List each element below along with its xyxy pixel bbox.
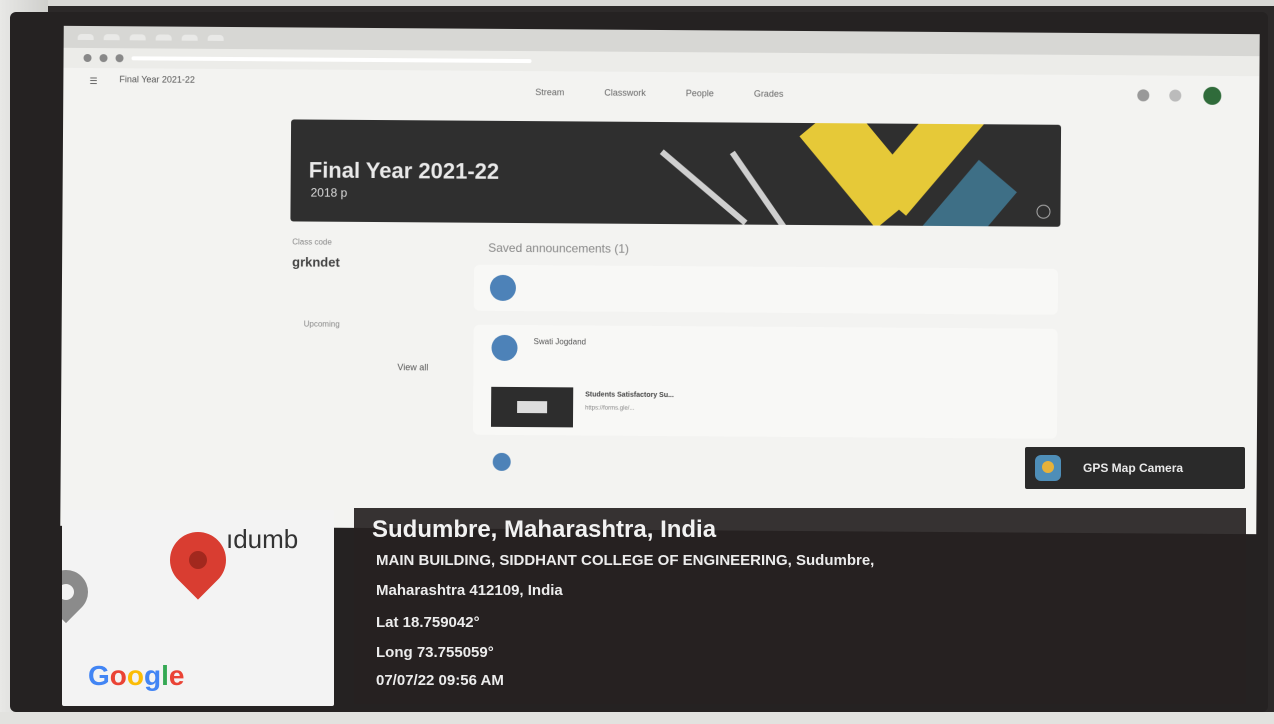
attachment-image: [517, 401, 548, 414]
class-banner: Final Year 2021-22 2018 p: [290, 119, 1062, 227]
browser-tab[interactable]: [129, 34, 146, 41]
map-place-label: ıdumb: [226, 524, 299, 554]
browser-tab[interactable]: [207, 34, 224, 41]
attachment-title[interactable]: Students Satisfactory Su...: [585, 391, 674, 399]
geotag-address-line1: MAIN BUILDING, SIDDHANT COLLEGE OF ENGIN…: [376, 552, 875, 569]
menu-icon[interactable]: ☰: [89, 76, 97, 87]
map-pin-grey-dot: [62, 580, 78, 604]
post-author: Swati Jogdand: [533, 337, 587, 347]
back-icon[interactable]: [83, 53, 92, 63]
map-thumbnail: ıdumb Google: [62, 510, 334, 706]
avatar: [491, 334, 518, 362]
browser-tab[interactable]: [155, 34, 172, 41]
avatar: [492, 452, 511, 471]
class-section: 2018 p: [310, 185, 348, 200]
geotag-longitude: Long 73.755059°: [376, 644, 494, 661]
attachment-thumbnail[interactable]: [490, 386, 574, 428]
gps-map-camera-icon: [1035, 455, 1061, 481]
avatar[interactable]: [1203, 86, 1222, 105]
apps-icon[interactable]: [1169, 89, 1182, 102]
geotag-address-line2: Maharashtra 412109, India: [376, 582, 563, 599]
geotag-latitude: Lat 18.759042°: [376, 614, 480, 631]
attachment-url[interactable]: https://forms.gle/...: [585, 405, 634, 411]
class-code-label: Class code: [292, 237, 332, 247]
classroom-appbar: ☰ Final Year 2021-22 Stream Classwork Pe…: [63, 68, 1259, 112]
address-bar[interactable]: [131, 56, 532, 64]
gps-app-name: GPS Map Camera: [1083, 461, 1184, 475]
map-pin-grey-icon: [62, 560, 98, 624]
desk-bottom: [0, 712, 1274, 724]
classroom-nav: Stream Classwork People Grades: [535, 87, 783, 99]
geotag-info-box: Sudumbre, Maharashtra, India MAIN BUILDI…: [354, 508, 1246, 704]
map-pin-dot: [185, 547, 211, 573]
gps-app-badge: GPS Map Camera: [1025, 447, 1245, 489]
reload-icon[interactable]: [115, 54, 124, 63]
tab-classwork[interactable]: Classwork: [604, 88, 646, 98]
forward-icon[interactable]: [99, 54, 108, 63]
announce-input-card[interactable]: [473, 264, 1059, 315]
google-logo: Google: [88, 660, 185, 691]
geotag-datetime: 07/07/22 09:56 AM: [376, 672, 504, 689]
tab-people[interactable]: People: [686, 88, 714, 98]
upcoming-label: Upcoming: [303, 319, 340, 329]
class-title: Final Year 2021-22: [308, 157, 500, 184]
class-code[interactable]: grkndet: [292, 254, 442, 270]
tab-grades[interactable]: Grades: [754, 89, 784, 99]
saved-announcements[interactable]: Saved announcements (1): [488, 241, 1048, 259]
browser-tab[interactable]: [77, 33, 94, 41]
browser-tab[interactable]: [181, 34, 198, 41]
tab-stream[interactable]: Stream: [535, 87, 564, 97]
view-all-link[interactable]: View all: [397, 362, 428, 372]
geotag-city: Sudumbre, Maharashtra, India: [372, 516, 717, 543]
info-icon[interactable]: [1036, 204, 1051, 219]
browser-tab[interactable]: [103, 34, 120, 41]
app-title[interactable]: Final Year 2021-22: [119, 74, 195, 85]
settings-icon[interactable]: [1137, 89, 1150, 102]
avatar: [489, 274, 517, 301]
class-code-card: Class code grkndet: [292, 237, 442, 270]
